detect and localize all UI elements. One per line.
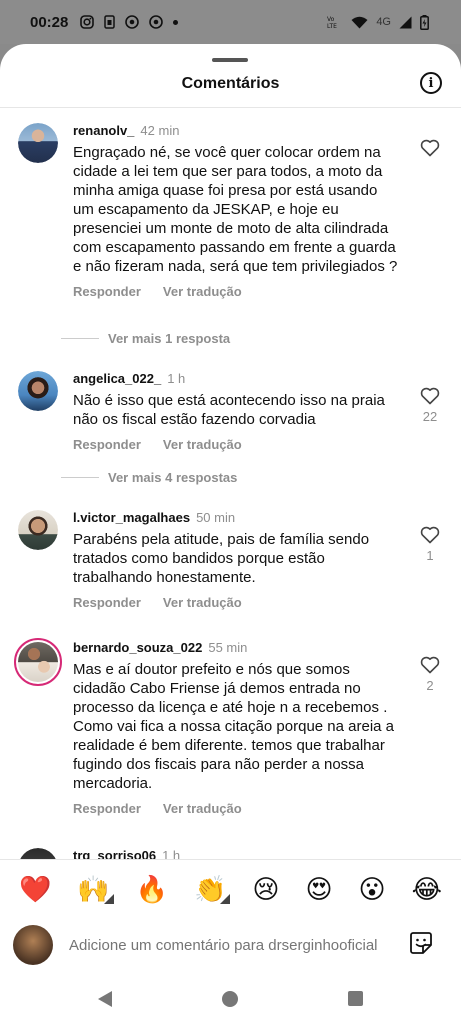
comment-body: bernardo_souza_022 55 min Mas e aí doutor… <box>73 640 398 816</box>
like-count: 1 <box>426 548 434 563</box>
heart-icon <box>420 139 440 157</box>
reaction-fire[interactable]: 🔥 <box>136 874 168 904</box>
like-button[interactable]: 2 <box>419 656 441 693</box>
instagram-icon <box>80 15 95 29</box>
comments-sheet: Comentários i renanolv_ 42 min Engraçado … <box>0 44 461 1024</box>
reaction-raised-hands[interactable]: 🙌 <box>77 874 115 904</box>
comment-input[interactable] <box>69 936 404 954</box>
network-type: 4G <box>376 16 391 28</box>
comment-time: 42 min <box>140 123 180 138</box>
comment-body: l.victor_magalhaes 50 min Parabéns pela a… <box>73 510 398 610</box>
like-button[interactable] <box>419 139 441 157</box>
like-button[interactable]: 1 <box>419 526 441 563</box>
view-more-replies[interactable]: Ver mais 1 resposta <box>61 331 230 346</box>
heart-icon <box>420 656 440 674</box>
avatar-story[interactable] <box>14 638 62 686</box>
svg-text:Vo: Vo <box>327 16 335 23</box>
comment-text: Não é isso que está acontecendo isso na … <box>73 392 385 428</box>
avatar[interactable] <box>18 371 58 411</box>
info-icon[interactable]: i <box>420 72 442 94</box>
comment-time: 50 min <box>196 510 236 525</box>
reaction-crying[interactable]: 😢 <box>252 874 279 904</box>
home-icon[interactable] <box>222 990 238 1007</box>
avatar[interactable] <box>18 123 58 163</box>
sticker-icon <box>410 931 432 954</box>
comment-text: Mas e aí doutor prefeito e nós que somos… <box>73 661 395 792</box>
comment-time: 1 h <box>167 371 186 386</box>
comment-text: Parabéns pela atitude, pais de família s… <box>73 531 370 586</box>
reply-button[interactable]: Responder <box>73 595 141 610</box>
drag-handle[interactable] <box>212 58 248 62</box>
heart-icon <box>420 387 440 405</box>
dot-icon <box>173 19 179 25</box>
wifi-icon <box>351 16 368 28</box>
reaction-heart[interactable]: ❤️ <box>19 874 51 904</box>
comment-text: Engraçado né, se você quer colocar ordem… <box>73 144 398 275</box>
comment-username[interactable]: bernardo_souza_022 <box>73 640 202 655</box>
volte-icon: VoLTE <box>327 16 337 29</box>
comment-body: renanolv_ 42 min Engraçado né, se você qu… <box>73 123 398 299</box>
status-bar: 00:28 Vo LTE 4G <box>0 0 461 44</box>
reply-button[interactable]: Responder <box>73 284 141 299</box>
quick-reactions-bar: ❤️ 🙌 🔥 👏 😢 😍 😮 😂 <box>0 859 461 917</box>
sim-icon <box>104 15 116 29</box>
avatar[interactable] <box>18 510 58 550</box>
signal-icon <box>399 16 412 28</box>
heart-icon <box>420 526 440 544</box>
like-button[interactable]: 22 <box>419 387 441 424</box>
reply-button[interactable]: Responder <box>73 437 141 452</box>
svg-text:LTE: LTE <box>327 23 337 29</box>
reaction-heart-eyes[interactable]: 😍 <box>305 874 332 904</box>
translate-button[interactable]: Ver tradução <box>163 284 242 299</box>
chrome-icon <box>149 15 164 29</box>
current-user-avatar <box>13 925 53 965</box>
sticker-button[interactable] <box>408 930 434 961</box>
sheet-title: Comentários <box>181 75 280 92</box>
comment-composer <box>0 917 461 973</box>
header-divider <box>0 107 461 108</box>
view-more-replies[interactable]: Ver mais 4 respostas <box>61 470 237 485</box>
like-count: 2 <box>426 678 434 693</box>
reaction-clap[interactable]: 👏 <box>194 874 231 904</box>
comment-username[interactable]: l.victor_magalhaes <box>73 510 190 525</box>
system-icons: Vo LTE 4G <box>327 14 429 30</box>
back-icon[interactable] <box>98 990 112 1007</box>
status-time: 00:28 <box>30 13 69 31</box>
translate-button[interactable]: Ver tradução <box>163 801 242 816</box>
comment-username[interactable]: renanolv_ <box>73 123 134 138</box>
reply-button[interactable]: Responder <box>73 801 141 816</box>
system-navigation-bar <box>0 973 461 1024</box>
view-more-replies-label: Ver mais 1 resposta <box>108 331 231 346</box>
recents-icon[interactable] <box>348 991 363 1006</box>
reaction-surprised[interactable]: 😮 <box>359 874 386 904</box>
comment-username[interactable]: angelica_022_ <box>73 371 161 386</box>
comment-body: angelica_022_ 1 h Não é isso que está aco… <box>73 371 398 452</box>
reaction-laughing[interactable]: 😂 <box>412 874 442 904</box>
comment-time: 55 min <box>208 640 248 655</box>
notification-icons <box>80 15 179 29</box>
view-more-replies-label: Ver mais 4 respostas <box>108 470 238 485</box>
translate-button[interactable]: Ver tradução <box>163 437 242 452</box>
chrome-icon <box>125 15 140 29</box>
battery-icon <box>420 14 429 30</box>
translate-button[interactable]: Ver tradução <box>163 595 242 610</box>
like-count: 22 <box>422 409 438 424</box>
